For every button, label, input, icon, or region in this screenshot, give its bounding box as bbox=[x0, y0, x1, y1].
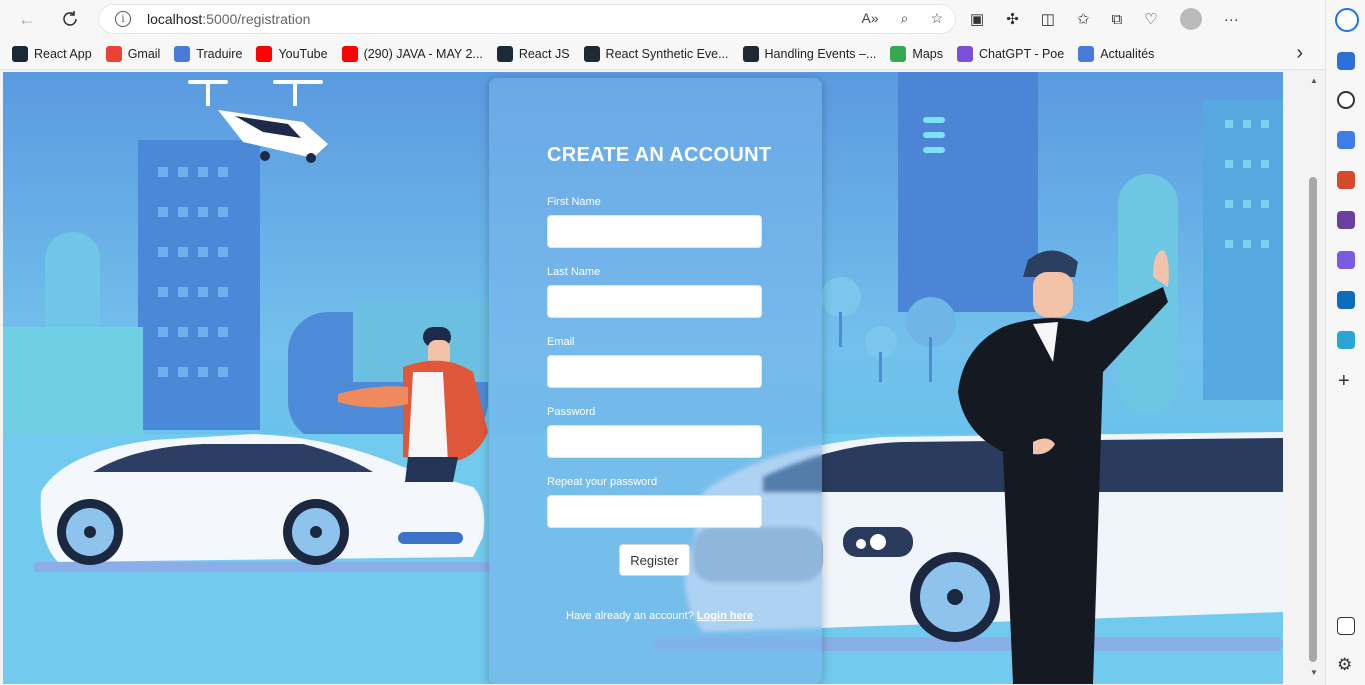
news-icon bbox=[1078, 45, 1095, 62]
site-info-icon[interactable]: i bbox=[115, 11, 131, 27]
bookmark-item[interactable]: React Synthetic Eve... bbox=[583, 45, 729, 62]
bookmark-item[interactable]: (290) JAVA - MAY 2... bbox=[341, 45, 483, 62]
search-icon[interactable] bbox=[1337, 91, 1355, 109]
favorites-icon[interactable]: ✩ bbox=[1077, 10, 1090, 28]
favorite-star-icon[interactable]: ☆ bbox=[930, 10, 943, 27]
bookmark-item[interactable]: Handling Events –... bbox=[742, 45, 877, 62]
react-icon bbox=[742, 45, 759, 62]
repeat-password-input[interactable] bbox=[547, 495, 762, 528]
profile-avatar[interactable] bbox=[1179, 8, 1202, 30]
zoom-icon[interactable]: ⌕ bbox=[901, 10, 909, 27]
bookmark-label: React JS bbox=[518, 46, 570, 61]
bookmark-item[interactable]: React App bbox=[12, 45, 92, 62]
reload-icon[interactable] bbox=[53, 2, 87, 36]
shopping-tag-icon[interactable] bbox=[1337, 131, 1355, 149]
registration-card: CREATE AN ACCOUNT First Name Last Name E… bbox=[489, 78, 822, 684]
last-name-label: Last Name bbox=[547, 266, 601, 278]
poe-icon bbox=[956, 45, 973, 62]
add-icon[interactable]: + bbox=[1338, 370, 1350, 393]
react-icon bbox=[496, 45, 513, 62]
collections-icon[interactable]: ⧉ bbox=[1112, 11, 1123, 28]
email-label: Email bbox=[547, 336, 575, 348]
first-name-label: First Name bbox=[547, 196, 601, 208]
bookmark-label: React App bbox=[34, 46, 92, 61]
bookmarks-overflow-icon[interactable]: › bbox=[1296, 42, 1303, 65]
url-text[interactable]: localhost:5000/registration bbox=[147, 11, 310, 27]
bookmark-item[interactable]: Maps bbox=[890, 45, 943, 62]
react-icon bbox=[12, 45, 28, 62]
google-icon bbox=[105, 45, 122, 62]
bell-icon[interactable] bbox=[1337, 52, 1355, 70]
browser-essentials-icon[interactable]: ♡ bbox=[1144, 10, 1157, 28]
bookmark-item[interactable]: React JS bbox=[496, 45, 570, 62]
email-input[interactable] bbox=[547, 355, 762, 388]
bookmark-item[interactable]: YouTube bbox=[256, 45, 328, 62]
scroll-down-icon[interactable]: ▼ bbox=[1310, 668, 1318, 677]
scroll-up-icon[interactable]: ▲ bbox=[1310, 76, 1318, 85]
scrollbar-thumb[interactable] bbox=[1309, 177, 1317, 662]
registration-page: CREATE AN ACCOUNT First Name Last Name E… bbox=[3, 72, 1283, 684]
login-prompt-text: Have already an account? bbox=[566, 610, 694, 622]
form-title: CREATE AN ACCOUNT bbox=[547, 144, 772, 166]
first-name-input[interactable] bbox=[547, 215, 762, 248]
bookmark-label: Traduire bbox=[196, 46, 243, 61]
login-prompt: Have already an account? Login here bbox=[566, 610, 753, 622]
extensions-icon[interactable]: ✣ bbox=[1006, 10, 1019, 28]
translate-icon bbox=[174, 45, 191, 62]
bookmark-label: Gmail bbox=[127, 46, 161, 61]
bookmark-item[interactable]: Traduire bbox=[174, 45, 243, 62]
sidebar-toggle-icon[interactable] bbox=[1337, 617, 1355, 635]
bookmark-label: React Synthetic Eve... bbox=[605, 46, 729, 61]
register-button[interactable]: Register bbox=[619, 544, 690, 576]
bookmark-label: Maps bbox=[912, 46, 943, 61]
browser-toolbar: ← i localhost:5000/registration A» ⌕ ☆ ▣… bbox=[0, 0, 1325, 38]
split-screen-icon[interactable]: ◫ bbox=[1041, 10, 1055, 28]
bookmark-label: ChatGPT - Poe bbox=[978, 46, 1065, 61]
settings-gear-icon[interactable]: ⚙ bbox=[1337, 655, 1352, 675]
youtube-icon bbox=[341, 45, 358, 62]
page-scrollbar[interactable]: ▲ ▼ bbox=[1306, 72, 1320, 684]
bookmark-label: Handling Events –... bbox=[764, 46, 877, 61]
back-icon[interactable]: ← bbox=[10, 2, 44, 36]
bookmark-label: (290) JAVA - MAY 2... bbox=[363, 46, 483, 61]
react-icon bbox=[583, 45, 600, 62]
edge-sidebar: + ⚙ bbox=[1325, 0, 1365, 685]
last-name-input[interactable] bbox=[547, 285, 762, 318]
login-link[interactable]: Login here bbox=[697, 610, 753, 622]
bookmark-item[interactable]: Gmail bbox=[105, 45, 161, 62]
repeat-password-label: Repeat your password bbox=[547, 476, 658, 488]
send-icon[interactable] bbox=[1337, 331, 1355, 349]
read-aloud-icon[interactable]: A» bbox=[861, 10, 878, 27]
youtube-icon bbox=[256, 45, 273, 62]
screenshot-icon[interactable]: ▣ bbox=[970, 10, 984, 28]
password-label: Password bbox=[547, 406, 596, 418]
address-bar[interactable]: i localhost:5000/registration A» ⌕ ☆ bbox=[98, 4, 956, 34]
tools-icon[interactable] bbox=[1337, 171, 1355, 189]
bing-copilot-icon[interactable] bbox=[1335, 8, 1359, 32]
bookmark-item[interactable]: ChatGPT - Poe bbox=[956, 45, 1065, 62]
games-icon[interactable] bbox=[1337, 211, 1355, 229]
bookmark-item[interactable]: Actualités bbox=[1078, 45, 1155, 62]
copilot-icon[interactable] bbox=[1337, 251, 1355, 269]
maps-icon bbox=[890, 45, 907, 62]
password-input[interactable] bbox=[547, 425, 762, 458]
bookmark-label: Actualités bbox=[1100, 46, 1155, 61]
outlook-icon[interactable] bbox=[1337, 291, 1355, 309]
bookmark-label: YouTube bbox=[278, 46, 328, 61]
bookmarks-bar: React App Gmail Traduire YouTube (290) JAVA … bbox=[0, 38, 1325, 70]
more-menu-icon[interactable]: ··· bbox=[1224, 11, 1239, 28]
